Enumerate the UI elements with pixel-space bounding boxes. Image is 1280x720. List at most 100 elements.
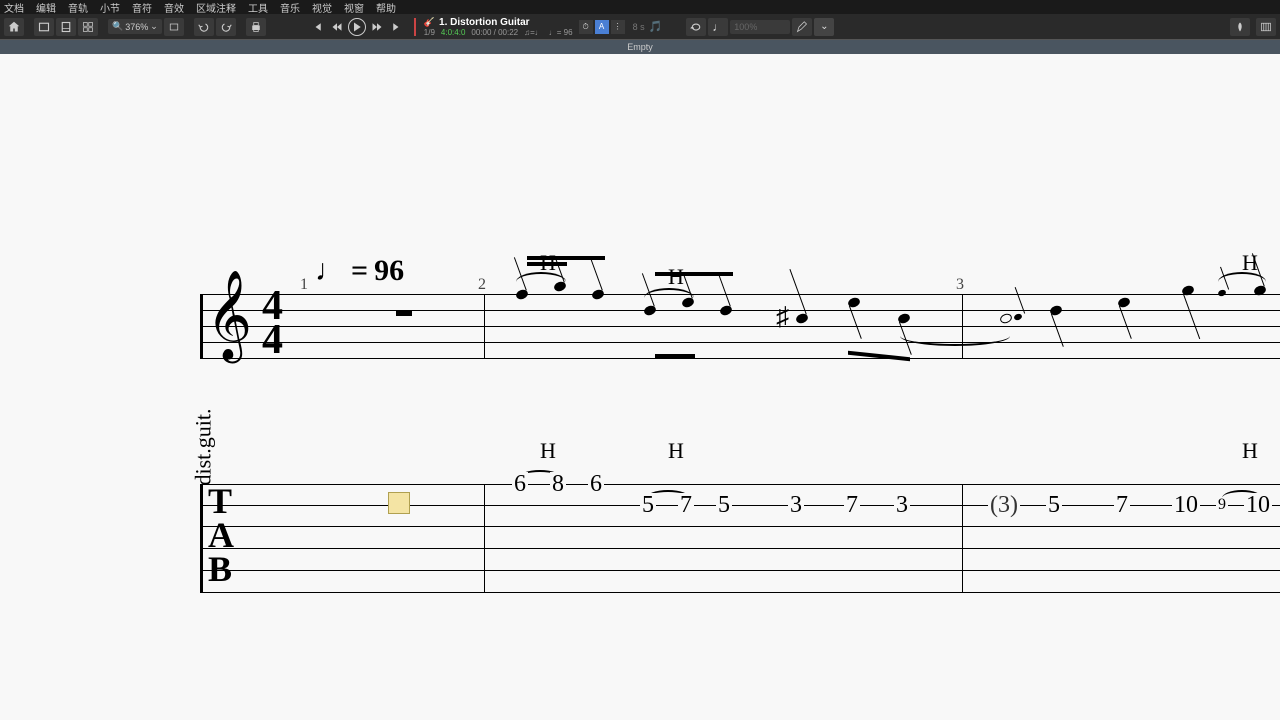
screen-layout-button[interactable] <box>34 18 54 36</box>
page-layout-button[interactable] <box>56 18 76 36</box>
fret-number[interactable]: 3 <box>894 493 910 517</box>
fret-number[interactable]: 10 <box>1244 493 1272 517</box>
metronome-icon[interactable]: ⏱ <box>579 20 593 34</box>
fret-number[interactable]: 7 <box>844 493 860 517</box>
edit-button[interactable] <box>792 18 812 36</box>
loop-button[interactable] <box>686 18 706 36</box>
edit-cursor[interactable] <box>388 492 410 514</box>
note[interactable] <box>643 304 657 317</box>
beam <box>655 354 695 358</box>
tab-hammer-on-mark: H <box>1242 438 1258 464</box>
fret-number[interactable]: 5 <box>640 493 656 517</box>
tab-clef: T A B <box>208 484 234 587</box>
tuner-icon[interactable]: A <box>595 20 609 34</box>
beats-counter: 8 s <box>633 22 645 32</box>
standard-staff[interactable]: = 96 𝄞 4 4 1 2 3 <box>200 294 1280 394</box>
tab-staff[interactable]: T A B H H H 686575373(3)5710910 <box>200 484 1280 604</box>
measure-number: 2 <box>478 276 486 294</box>
staff-container: = 96 𝄞 4 4 1 2 3 <box>200 294 1280 604</box>
grace-note[interactable] <box>1217 289 1227 297</box>
speed-control[interactable]: 100% <box>730 20 790 34</box>
fret-number[interactable]: 6 <box>588 472 604 496</box>
treble-clef-icon: 𝄞 <box>206 276 252 354</box>
note[interactable] <box>795 312 809 325</box>
vertical-dots-icon[interactable]: ⋮ <box>611 20 625 34</box>
fret-number[interactable]: 8 <box>550 472 566 496</box>
measure-number: 3 <box>956 276 964 294</box>
menu-help[interactable]: 帮助 <box>376 0 396 15</box>
sharp-icon: ♯ <box>776 302 789 332</box>
menu-tools[interactable]: 工具 <box>248 0 268 15</box>
transport-controls <box>308 18 406 36</box>
play-button[interactable] <box>348 18 366 36</box>
multitrack-button[interactable] <box>78 18 98 36</box>
tuning-fork-icon[interactable]: 🎵 <box>649 20 663 33</box>
zoom-control[interactable]: 🔍 376% ⌄ <box>108 19 162 34</box>
time-signature: 4 4 <box>262 289 283 358</box>
tempo-marking: = 96 <box>315 254 404 288</box>
menu-music[interactable]: 音乐 <box>280 0 300 15</box>
note[interactable] <box>591 288 605 301</box>
measure-number: 1 <box>300 276 308 294</box>
note[interactable] <box>719 304 733 317</box>
undo-button[interactable] <box>194 18 214 36</box>
fret-number[interactable]: 10 <box>1172 493 1200 517</box>
fret-number[interactable]: 9 <box>1216 497 1228 513</box>
fret-number[interactable]: 6 <box>512 472 528 496</box>
beam <box>655 272 733 276</box>
score-area[interactable]: dist.guit. = 96 𝄞 4 4 <box>0 54 1280 720</box>
menu-bar-m[interactable]: 小节 <box>100 0 120 15</box>
tempo-button[interactable]: ♩ <box>708 18 728 36</box>
tab-hammer-on-mark: H <box>540 438 556 464</box>
go-start-button[interactable] <box>308 18 326 36</box>
note[interactable] <box>847 296 861 309</box>
track-info[interactable]: 🎸 1. Distortion Guitar 1/9 4:0:4:0 00:00… <box>424 17 573 37</box>
beam <box>527 256 605 260</box>
title-bar: Empty <box>0 40 1280 54</box>
menu-edit[interactable]: 编辑 <box>36 0 56 15</box>
fretboard-button[interactable] <box>1230 18 1250 36</box>
note[interactable] <box>999 312 1013 325</box>
note-equals-icon: ♫=♩ <box>524 28 543 37</box>
menu-file[interactable]: 文档 <box>4 0 24 15</box>
redo-button[interactable] <box>216 18 236 36</box>
fret-number[interactable]: 7 <box>1114 493 1130 517</box>
go-end-button[interactable] <box>388 18 406 36</box>
home-button[interactable] <box>4 18 24 36</box>
tab-hammer-on-mark: H <box>668 438 684 464</box>
grace-note[interactable] <box>1013 313 1023 321</box>
zoom-value: 376% <box>125 22 148 32</box>
menu-view[interactable]: 视觉 <box>312 0 332 15</box>
barline <box>962 294 963 358</box>
menu-effect[interactable]: 音效 <box>164 0 184 15</box>
tie <box>900 336 1010 346</box>
print-button[interactable] <box>246 18 266 36</box>
fit-button[interactable] <box>164 18 184 36</box>
beam <box>848 351 910 362</box>
menu-section[interactable]: 区域注释 <box>196 0 236 15</box>
menu-track[interactable]: 音轨 <box>68 0 88 15</box>
fret-number[interactable]: 3 <box>788 493 804 517</box>
note[interactable] <box>681 296 695 309</box>
tempo-value: 96 <box>374 254 404 288</box>
fret-number[interactable]: 5 <box>716 493 732 517</box>
menu-window[interactable]: 视窗 <box>344 0 364 15</box>
note[interactable] <box>1117 296 1131 309</box>
fret-number[interactable]: 5 <box>1046 493 1062 517</box>
note[interactable] <box>897 312 911 325</box>
keyboard-button[interactable] <box>1256 18 1276 36</box>
note[interactable] <box>553 280 567 293</box>
dropdown-button[interactable]: ⌄ <box>814 18 834 36</box>
note[interactable] <box>515 288 529 301</box>
fret-number[interactable]: 7 <box>678 493 694 517</box>
tab-barline-start <box>200 484 203 592</box>
fret-number[interactable]: (3) <box>988 493 1020 517</box>
search-icon: 🔍 <box>112 21 123 32</box>
song-title: Empty <box>627 42 653 52</box>
slur <box>644 288 694 298</box>
fast-forward-button[interactable] <box>368 18 386 36</box>
menu-note[interactable]: 音符 <box>132 0 152 15</box>
rewind-button[interactable] <box>328 18 346 36</box>
guitar-icon: 🎸 <box>424 17 435 28</box>
note[interactable] <box>1049 304 1063 317</box>
